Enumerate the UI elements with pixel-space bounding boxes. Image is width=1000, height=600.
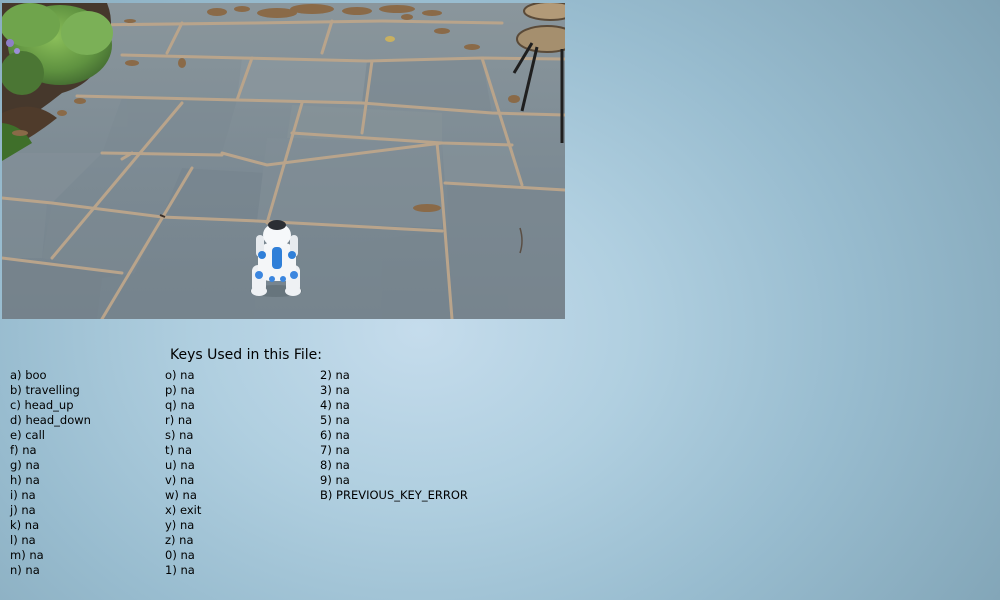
key-entry: s) na <box>165 428 194 442</box>
key-entry: r) na <box>165 413 193 427</box>
key-entry: 6) na <box>320 428 350 442</box>
key-entry: c) head_up <box>10 398 74 412</box>
key-entry: 0) na <box>165 548 195 562</box>
key-entry: n) na <box>10 563 40 577</box>
key-entry: g) na <box>10 458 40 472</box>
keys-column-3: 2) na 3) na 4) na 5) na 6) na 7) na 8) n… <box>320 368 468 503</box>
key-entry: 3) na <box>320 383 350 397</box>
key-entry: 5) na <box>320 413 350 427</box>
key-entry: 9) na <box>320 473 350 487</box>
key-entry: p) na <box>165 383 195 397</box>
keys-column-2: o) na p) na q) na r) na s) na t) na u) n… <box>165 368 201 578</box>
key-entry: q) na <box>165 398 195 412</box>
key-entry: b) travelling <box>10 383 80 397</box>
keys-column-1: a) boo b) travelling c) head_up d) head_… <box>10 368 91 578</box>
key-entry: o) na <box>165 368 195 382</box>
key-entry: a) boo <box>10 368 47 382</box>
key-entry: i) na <box>10 488 36 502</box>
key-entry: l) na <box>10 533 36 547</box>
key-entry: k) na <box>10 518 40 532</box>
key-entry: j) na <box>10 503 36 517</box>
key-entry: x) exit <box>165 503 202 517</box>
keys-title: Keys Used in this File: <box>170 347 322 363</box>
key-entry: z) na <box>165 533 194 547</box>
key-entry: 8) na <box>320 458 350 472</box>
key-entry: 4) na <box>320 398 350 412</box>
patio-scene-image <box>2 3 565 319</box>
key-entry: y) na <box>165 518 195 532</box>
key-entry: 2) na <box>320 368 350 382</box>
key-entry: m) na <box>10 548 44 562</box>
key-entry: v) na <box>165 473 195 487</box>
key-entry: w) na <box>165 488 197 502</box>
key-entry: f) na <box>10 443 37 457</box>
key-entry: u) na <box>165 458 195 472</box>
key-entry: h) na <box>10 473 40 487</box>
key-entry: t) na <box>165 443 192 457</box>
key-entry: 1) na <box>165 563 195 577</box>
key-entry: 7) na <box>320 443 350 457</box>
key-entry: B) PREVIOUS_KEY_ERROR <box>320 488 468 502</box>
key-entry: d) head_down <box>10 413 91 427</box>
camera-frame <box>2 3 565 319</box>
key-entry: e) call <box>10 428 45 442</box>
